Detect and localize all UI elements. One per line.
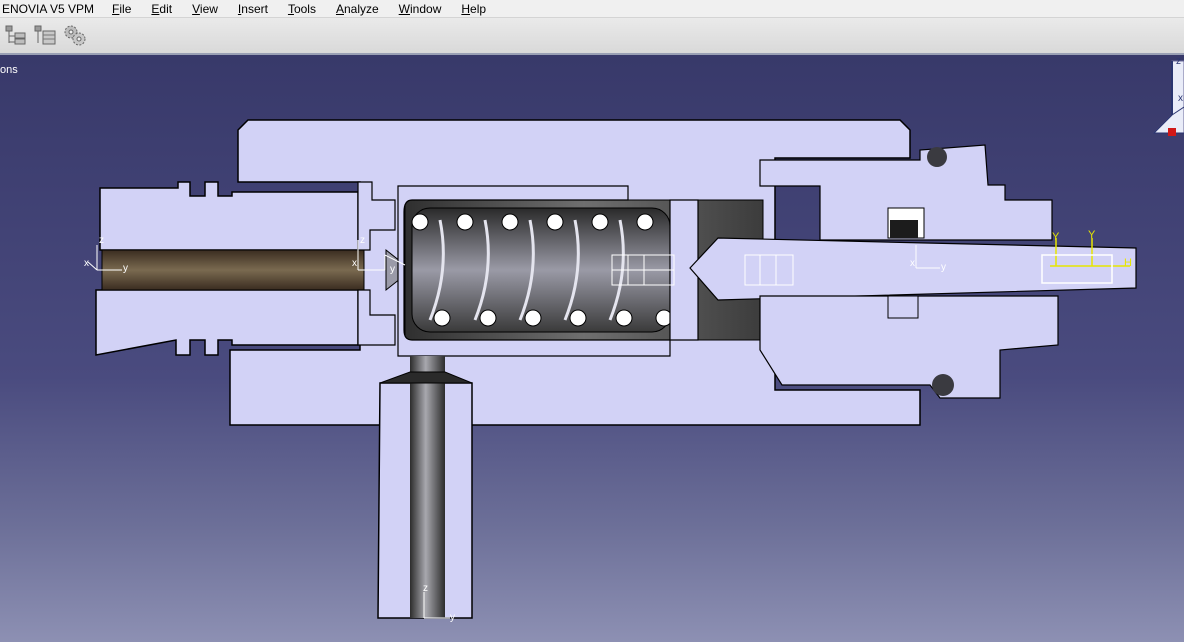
menu-window[interactable]: Window — [389, 2, 452, 16]
app-title: ENOVIA V5 VPM — [2, 1, 95, 16]
menu-help[interactable]: Help — [451, 2, 496, 16]
menu-analyze[interactable]: Analyze — [326, 2, 389, 16]
axis-y-label-1: Y — [1052, 231, 1060, 243]
toolbar — [0, 18, 1184, 55]
gears-icon[interactable] — [63, 23, 87, 47]
plunger-stem — [689, 237, 1137, 301]
axis-bottom-y: y — [450, 612, 455, 623]
menu-edit[interactable]: Edit — [141, 2, 182, 16]
valve-section-model[interactable]: Y Y H z y x z y x y x z y — [0, 55, 1184, 642]
inlet-bore — [101, 249, 365, 291]
inlet-fitting — [99, 181, 359, 251]
axis-center-x: x — [910, 258, 915, 269]
axis-left-y: y — [123, 263, 128, 274]
axis-bottom-z: z — [423, 583, 428, 594]
assembly-icon[interactable] — [33, 23, 57, 47]
axis-left-z: z — [99, 235, 104, 246]
3d-viewport[interactable]: ons z x Y Y H z y x z y x y x z y — [0, 55, 1184, 642]
axis-mid-x: x — [352, 258, 357, 269]
menu-insert[interactable]: Insert — [228, 2, 278, 16]
axis-mid-z: z — [360, 235, 365, 246]
axis-left-x: x — [84, 258, 89, 269]
menu-tools[interactable]: Tools — [278, 2, 326, 16]
product-structure-icon[interactable] — [4, 23, 28, 47]
menu-bar: ENOVIA V5 VPM File Edit View Insert Tool… — [0, 0, 1184, 18]
axis-center-y: y — [941, 262, 946, 273]
axis-h-label: H — [1124, 257, 1132, 269]
axis-mid-y: y — [390, 264, 395, 275]
menu-file[interactable]: File — [102, 2, 141, 16]
inlet-fitting-lower — [95, 289, 359, 356]
outlet-bore — [410, 356, 445, 618]
axis-y-label-2: Y — [1088, 229, 1096, 241]
menu-view[interactable]: View — [182, 2, 228, 16]
